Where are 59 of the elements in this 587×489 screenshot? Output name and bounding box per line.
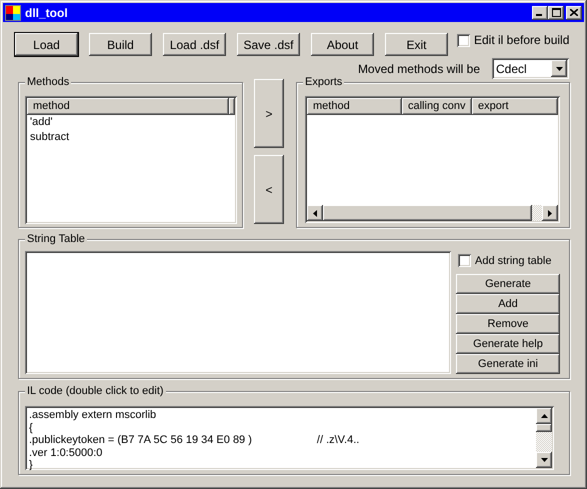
- code-line: }: [29, 459, 33, 470]
- string-table-button[interactable]: Remove: [456, 314, 560, 334]
- scroll-left-button[interactable]: [307, 205, 323, 221]
- code-comment: // .z\V.4..: [316, 434, 360, 446]
- toolbar-button[interactable]: About: [311, 33, 374, 56]
- column-header[interactable]: export: [472, 98, 558, 115]
- calling-convention-dropdown[interactable]: Cdecl: [492, 58, 569, 79]
- methods-list[interactable]: method 'add' subtract: [25, 96, 237, 224]
- toolbar-button[interactable]: Save .dsf: [237, 33, 300, 56]
- close-icon: [570, 9, 578, 16]
- column-header[interactable]: [229, 98, 235, 115]
- close-button[interactable]: [566, 6, 582, 20]
- toolbar-button[interactable]: Load .dsf: [163, 33, 226, 56]
- checkbox[interactable]: [458, 254, 471, 267]
- scroll-right-button[interactable]: [542, 205, 558, 221]
- app-icon: [5, 4, 21, 20]
- down-arrow-icon: [540, 458, 548, 462]
- move-button[interactable]: >: [254, 79, 284, 148]
- string-table-field[interactable]: [25, 251, 451, 374]
- toolbar-button[interactable]: Build: [89, 33, 152, 56]
- exports-list[interactable]: method calling conv export: [305, 96, 560, 223]
- edit-il-checkbox[interactable]: Edit il before build: [457, 33, 570, 47]
- toolbar-button[interactable]: Load: [15, 33, 78, 56]
- list-item[interactable]: subtract: [27, 130, 235, 145]
- string-table-button[interactable]: Generate: [456, 274, 560, 294]
- code-line: .ver 1:0:5000:0: [29, 446, 102, 459]
- column-header[interactable]: method: [27, 98, 229, 115]
- string-table-button[interactable]: Generate ini: [456, 354, 560, 374]
- scroll-thumb[interactable]: [323, 205, 532, 221]
- maximize-button[interactable]: [548, 6, 564, 20]
- calling-convention-label: Moved methods will be: [358, 62, 480, 76]
- scroll-down-button[interactable]: [536, 452, 552, 468]
- up-arrow-icon: [540, 414, 548, 418]
- right-arrow-icon: [548, 210, 552, 216]
- horizontal-scrollbar[interactable]: [307, 205, 558, 221]
- group-title: Exports: [303, 76, 344, 89]
- code-line: {: [29, 422, 33, 434]
- scroll-track[interactable]: [532, 205, 542, 221]
- toolbar-button[interactable]: Exit: [385, 33, 448, 56]
- code-line: .assembly extern mscorlib: [29, 409, 156, 422]
- group-title: String Table: [25, 233, 87, 246]
- add-string-table-checkbox[interactable]: Add string table: [458, 254, 560, 267]
- scroll-thumb[interactable]: [536, 424, 552, 432]
- move-button[interactable]: <: [254, 155, 284, 224]
- checkbox[interactable]: [457, 34, 470, 46]
- left-arrow-icon: [313, 210, 317, 216]
- scroll-up-button[interactable]: [536, 408, 552, 424]
- il-code-field[interactable]: .assembly extern mscorlib { .publickeytoken = (B7 7A 5C 56 19 34 E0 89 ) // .z\V.4.. .ver 1:0:5000:0 }: [25, 406, 554, 470]
- group-title: IL code (double click to edit): [25, 385, 166, 398]
- list-item[interactable]: 'add': [27, 115, 235, 130]
- minimize-button[interactable]: [532, 6, 548, 20]
- window-title: dll_tool: [25, 6, 69, 20]
- vertical-scrollbar[interactable]: [536, 408, 552, 468]
- string-table-button[interactable]: Generate help: [456, 334, 560, 354]
- column-header[interactable]: method: [307, 98, 402, 115]
- code-line: .publickeytoken = (B7 7A 5C 56 19 34 E0 89 ): [29, 434, 252, 446]
- maximize-icon: [552, 8, 560, 17]
- column-header[interactable]: calling conv: [402, 98, 472, 115]
- string-table-button[interactable]: Add: [456, 294, 560, 314]
